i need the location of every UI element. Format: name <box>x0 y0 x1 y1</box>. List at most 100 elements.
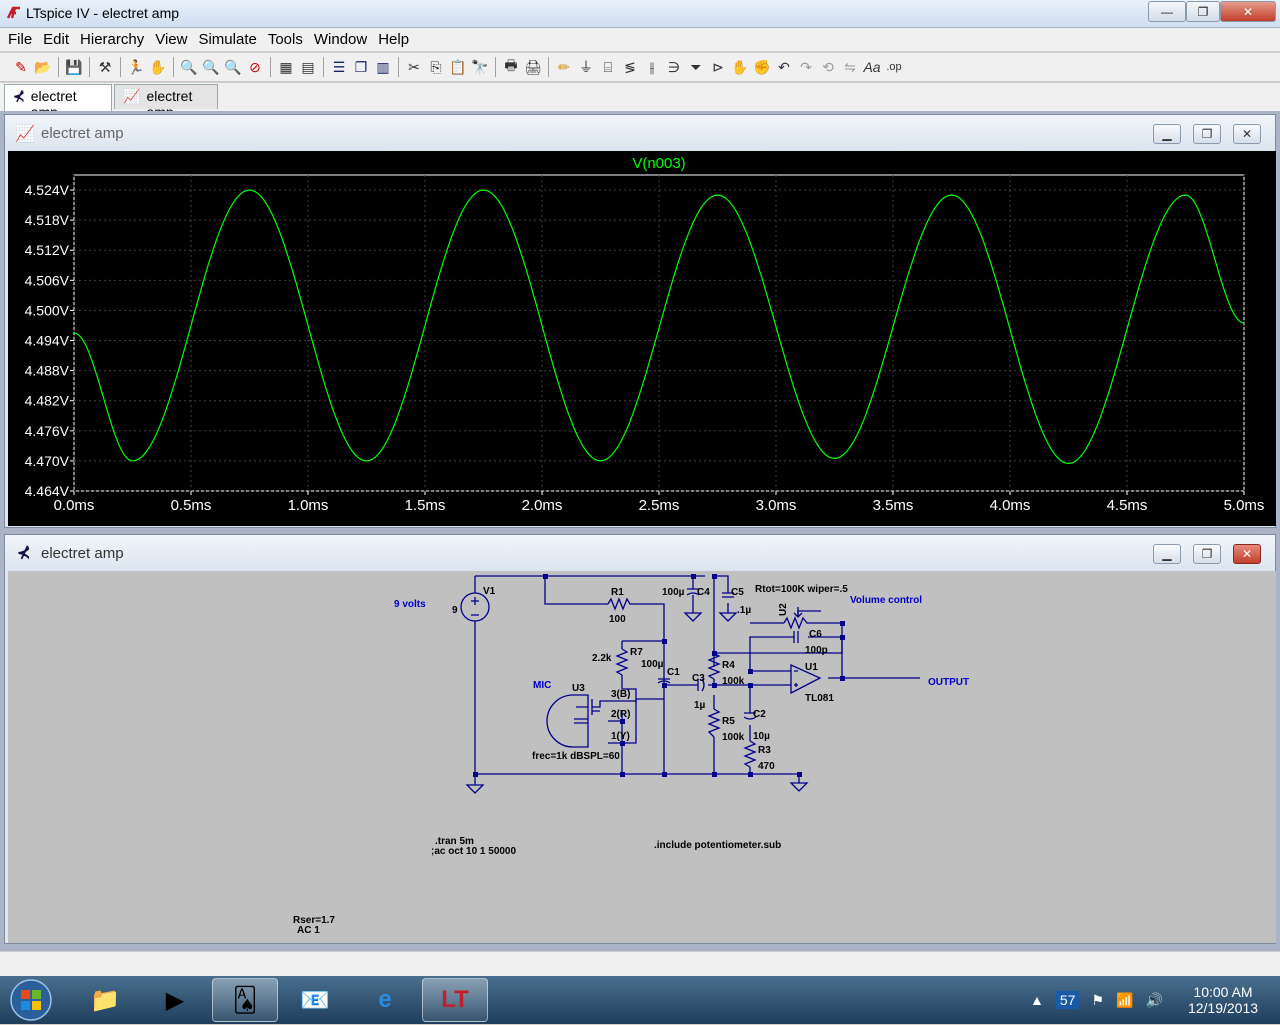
action-center-flag-icon[interactable]: ⚑ <box>1091 992 1104 1009</box>
resistor-r7[interactable] <box>615 648 629 676</box>
tray-count-badge[interactable]: 57 <box>1055 991 1080 1009</box>
plot-close-button[interactable]: ✕ <box>1233 124 1261 144</box>
ie-icon[interactable]: e <box>352 978 418 1022</box>
drag-icon[interactable]: ✊ <box>751 56 773 78</box>
document-tab-bar: ⊀ electret amp 📈 electret amp <box>0 83 1280 120</box>
tab-waveform[interactable]: 📈 electret amp <box>114 84 218 120</box>
menu-tools[interactable]: Tools <box>264 31 307 48</box>
clock[interactable]: 10:00 AM 12/19/2013 <box>1180 976 1266 1024</box>
zoom-in-icon[interactable]: 🔍 <box>178 56 200 78</box>
ac-directive[interactable]: ;ac oct 10 1 50000 <box>431 846 516 857</box>
diode-icon[interactable]: ⏷ <box>685 56 707 78</box>
menu-simulate[interactable]: Simulate <box>194 31 260 48</box>
resistor-r5[interactable] <box>707 708 721 738</box>
volume-control-label: Volume control <box>850 595 922 606</box>
plot-maximize-button[interactable]: ❐ <box>1193 124 1221 144</box>
microphone-u3[interactable] <box>546 694 589 748</box>
pan-icon[interactable]: ✋ <box>147 56 169 78</box>
plot-window: 📈 electret amp ▁ ❐ ✕ 0.0ms 0.5ms 1.0ms 1.5m… <box>4 114 1276 528</box>
label-net-icon[interactable]: ⌸ <box>597 56 619 78</box>
new-schematic-icon[interactable]: ✎ <box>10 56 32 78</box>
capacitor-icon[interactable]: ⫲ <box>641 56 663 78</box>
ground-icon[interactable]: ⏚ <box>575 56 597 78</box>
u2-label: U2 <box>778 603 789 616</box>
junction <box>662 772 667 777</box>
media-player-icon[interactable]: ▶ <box>142 978 208 1022</box>
spice-directive-icon[interactable]: .op <box>883 56 905 78</box>
potentiometer-u2[interactable] <box>783 616 821 630</box>
y-tick-label: 4.512V <box>25 242 70 258</box>
solitaire-icon[interactable]: 🂡 <box>212 978 278 1022</box>
show-hidden-icons[interactable]: ▲ <box>1030 992 1044 1008</box>
x-tick-label: 3.0ms <box>756 497 797 514</box>
menu-edit[interactable]: Edit <box>39 31 73 48</box>
outlook-icon[interactable]: 📧 <box>282 978 348 1022</box>
save-icon[interactable]: 💾 <box>63 56 85 78</box>
ltspice-icon[interactable]: LT <box>422 978 488 1022</box>
grid-icon[interactable]: ▤ <box>297 56 319 78</box>
autorange-icon[interactable]: ▦ <box>275 56 297 78</box>
close-button[interactable]: ✕ <box>1220 1 1276 22</box>
find-icon[interactable]: 🔭 <box>469 56 491 78</box>
volume-icon[interactable]: 🔊 <box>1145 992 1162 1009</box>
tile-vertical-icon[interactable]: ▥ <box>372 56 394 78</box>
schematic-minimize-button[interactable]: ▁ <box>1153 544 1181 564</box>
start-button[interactable] <box>6 978 56 1022</box>
folder-icon[interactable]: 📁 <box>72 978 138 1022</box>
rotate-icon[interactable]: ⟲ <box>817 56 839 78</box>
minimize-button[interactable]: — <box>1148 1 1186 22</box>
mirror-icon[interactable]: ⇋ <box>839 56 861 78</box>
schematic-svg: V1 9 9 volts R1 100 100µ C4 C5 .1µ Rtot=… <box>293 574 969 936</box>
schematic-maximize-button[interactable]: ❐ <box>1193 544 1221 564</box>
c2-label: C2 <box>753 709 766 720</box>
r3-label: R3 <box>758 745 771 756</box>
plot-window-header: 📈 electret amp ▁ ❐ ✕ <box>5 115 1275 151</box>
plot-trace-title: V(n003) <box>632 155 685 172</box>
print-icon[interactable]: 🖨 <box>522 56 544 78</box>
include-directive[interactable]: .include potentiometer.sub <box>654 840 781 851</box>
resistor-icon[interactable]: ≶ <box>619 56 641 78</box>
run-icon[interactable]: 🏃 <box>125 56 147 78</box>
plot-minimize-button[interactable]: ▁ <box>1153 124 1181 144</box>
undo-icon[interactable]: ↶ <box>773 56 795 78</box>
paste-icon[interactable]: 📋 <box>447 56 469 78</box>
text-icon[interactable]: Aa <box>861 56 883 78</box>
cascade-icon[interactable]: ❐ <box>350 56 372 78</box>
open-icon[interactable]: 📂 <box>32 56 54 78</box>
menu-window[interactable]: Window <box>310 31 371 48</box>
redo-icon[interactable]: ↷ <box>795 56 817 78</box>
u3-params: frec=1k dBSPL=60 <box>532 751 620 762</box>
r7-label: R7 <box>630 647 643 658</box>
capacitor-c6[interactable] <box>793 631 799 643</box>
menu-help[interactable]: Help <box>374 31 413 48</box>
draw-wire-icon[interactable]: ✏ <box>553 56 575 78</box>
junction <box>712 772 717 777</box>
move-icon[interactable]: ✋ <box>729 56 751 78</box>
print-setup-icon[interactable]: 🖶 <box>500 56 522 78</box>
toolbar-separator <box>323 57 324 77</box>
tab-schematic[interactable]: ⊀ electret amp <box>4 84 112 120</box>
tile-horizontal-icon[interactable]: ☰ <box>328 56 350 78</box>
menu-file[interactable]: File <box>4 31 36 48</box>
x-tick-label: 2.0ms <box>522 497 563 514</box>
x-tick-label: 4.5ms <box>1107 497 1148 514</box>
menu-hierarchy[interactable]: Hierarchy <box>76 31 148 48</box>
zoom-out-icon[interactable]: 🔍 <box>222 56 244 78</box>
network-icon[interactable]: 📶 <box>1116 992 1133 1009</box>
zoom-icon[interactable]: 🔍 <box>200 56 222 78</box>
title-bar: LTspice IV - electret amp — ❐ ✕ <box>0 0 1280 28</box>
cut-icon[interactable]: ✂ <box>403 56 425 78</box>
zoom-cancel-icon[interactable]: ⊘ <box>244 56 266 78</box>
copy-icon[interactable]: ⎘ <box>425 56 447 78</box>
resistor-r3[interactable] <box>743 740 757 768</box>
component-icon[interactable]: ⊳ <box>707 56 729 78</box>
schematic-close-button[interactable]: ✕ <box>1233 544 1261 564</box>
waveform-plot[interactable]: 0.0ms 0.5ms 1.0ms 1.5ms 2.0ms 2.5ms 3.0ms 3.5ms… <box>8 151 1276 526</box>
menu-view[interactable]: View <box>151 31 191 48</box>
control-panel-icon[interactable]: ⚒ <box>94 56 116 78</box>
resistor-r1[interactable] <box>607 597 632 611</box>
x-tick-label: 3.5ms <box>873 497 914 514</box>
inductor-icon[interactable]: ∋ <box>663 56 685 78</box>
restore-button[interactable]: ❐ <box>1186 1 1220 22</box>
schematic-canvas[interactable]: V1 9 9 volts R1 100 100µ C4 C5 .1µ Rtot=… <box>8 571 1276 943</box>
